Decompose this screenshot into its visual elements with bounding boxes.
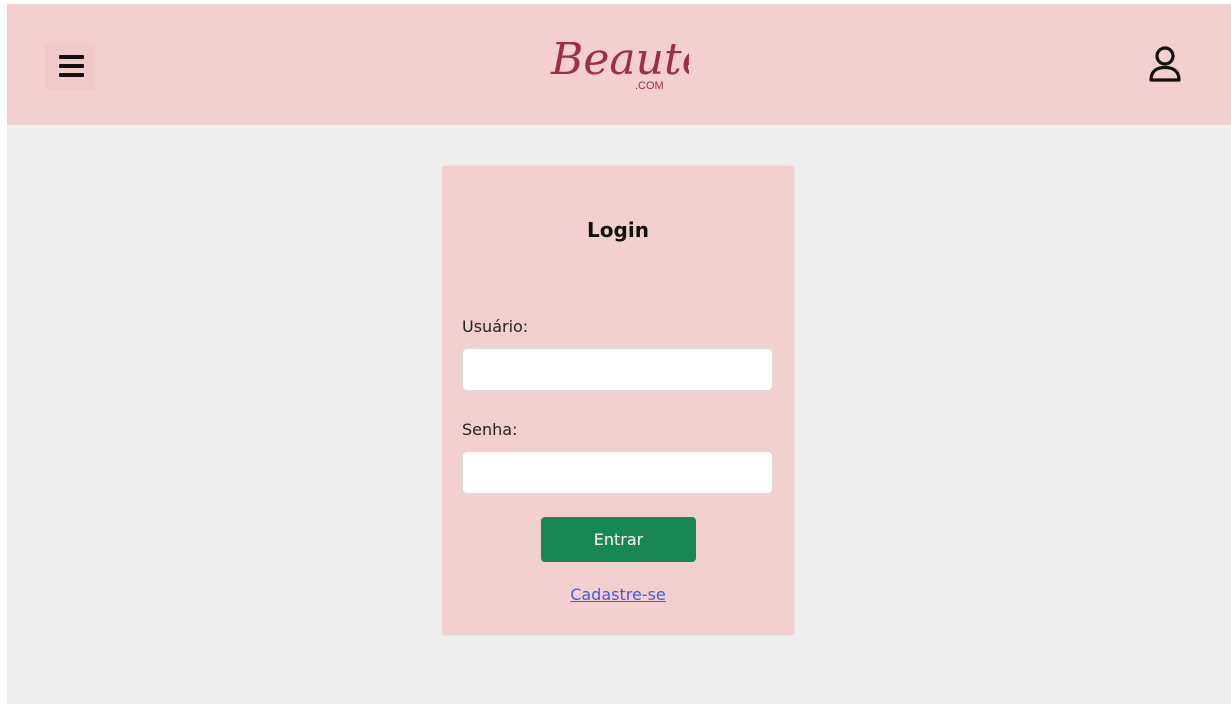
login-title: Login [587,218,649,242]
user-icon [1149,46,1181,82]
signup-link-container: Cadastre-se [442,585,794,604]
menu-button[interactable] [45,43,95,90]
password-label: Senha: [462,420,518,439]
brand-logo-image: Beauté .COM [550,34,708,92]
login-card: Login Usuário: Senha: Entrar Cadastre-se [442,166,794,635]
brand-logo[interactable]: Beauté .COM [539,24,708,106]
signup-link[interactable]: Cadastre-se [570,585,666,604]
username-input[interactable] [462,348,773,391]
account-button[interactable] [1147,44,1183,84]
top-navbar: Beauté .COM [7,4,1231,125]
logo-suffix: .COM [635,80,664,92]
login-submit-button[interactable]: Entrar [541,517,696,562]
username-label: Usuário: [462,317,529,336]
page: Beauté .COM Login Usuário: Senha: Entrar… [7,4,1231,704]
logo-text: Beauté [550,34,689,85]
password-input[interactable] [462,451,773,494]
